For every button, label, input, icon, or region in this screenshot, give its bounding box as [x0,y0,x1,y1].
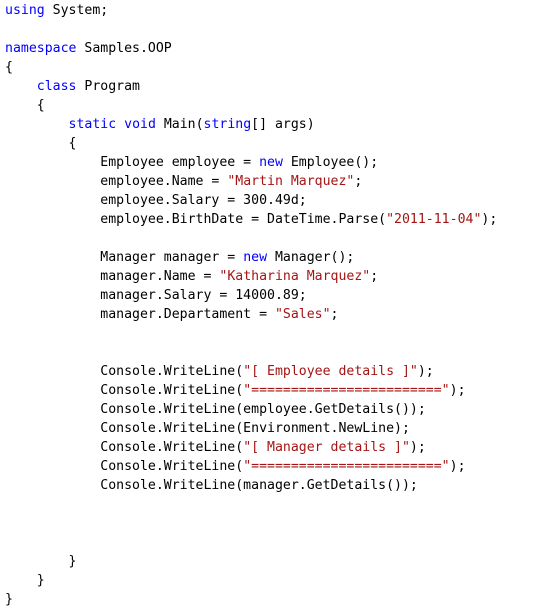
code-line[interactable]: employee.Name = "Martin Marquez"; [5,172,497,191]
code-text: Samples.OOP [76,41,172,56]
code-keyword: class [36,79,77,94]
code-line[interactable]: Manager manager = new Manager(); [5,248,497,267]
code-line[interactable] [5,514,497,533]
code-keyword: static [68,117,117,132]
code-string: "2011-11-04" [386,212,482,227]
code-line[interactable] [5,20,497,39]
code-text: Program [76,79,140,94]
code-text: employee.BirthDate = DateTime.Parse( [5,212,387,227]
code-text: System; [44,3,109,18]
code-keyword: string [203,117,252,132]
code-line[interactable]: Console.WriteLine("[ Manager details ]")… [5,438,497,457]
code-line[interactable]: { [5,58,497,77]
code-keyword: namespace [5,41,77,56]
code-line[interactable]: class Program [5,77,497,96]
code-line[interactable]: employee.Salary = 300.49d; [5,191,497,210]
code-text: ); [449,459,466,474]
code-line[interactable]: Employee employee = new Employee(); [5,153,497,172]
code-line[interactable]: manager.Departament = "Sales"; [5,305,497,324]
code-text: { [5,136,77,151]
code-text: Employee(); [282,155,379,170]
code-line[interactable]: } [5,552,497,571]
code-line[interactable]: static void Main(string[] args) [5,115,497,134]
code-string: "[ Manager details ]" [243,440,410,455]
code-text: Console.WriteLine( [5,440,244,455]
code-text: Manager manager = [5,250,244,265]
code-line[interactable]: using System; [5,1,497,20]
code-text: Console.WriteLine(manager.GetDetails()); [5,478,418,493]
code-line[interactable]: } [5,571,497,590]
code-text: Console.WriteLine(employee.GetDetails())… [5,402,426,417]
code-text: ; [354,174,363,189]
code-line[interactable]: employee.BirthDate = DateTime.Parse("201… [5,210,497,229]
code-text: Employee employee = [5,155,260,170]
code-text: Console.WriteLine( [5,364,244,379]
code-text: Console.WriteLine(Environment.NewLine); [5,421,410,436]
code-line[interactable]: { [5,96,497,115]
code-string: "[ Employee details ]" [243,364,418,379]
code-keyword: using [5,3,45,18]
code-line[interactable]: Console.WriteLine(manager.GetDetails()); [5,476,497,495]
code-text: [] args) [251,117,315,132]
code-line[interactable] [5,343,497,362]
code-string: "Sales" [274,307,331,322]
code-keyword: new [259,155,283,170]
code-line[interactable]: Console.WriteLine("[ Employee details ]"… [5,362,497,381]
code-keyword: new [243,250,268,265]
code-text: employee.Salary = 300.49d; [5,193,307,208]
code-text: } [5,592,13,607]
code-text: ; [330,307,339,322]
code-text: manager.Departament = [5,307,275,322]
code-string: "========================" [243,383,450,398]
code-text: Console.WriteLine( [5,459,244,474]
code-text: employee.Name = [5,174,228,189]
code-text: } [5,554,77,569]
code-editor[interactable]: using System; namespace Samples.OOP { clas… [5,1,497,609]
code-keyword: void [124,117,156,132]
code-line[interactable] [5,229,497,248]
code-line[interactable]: manager.Salary = 14000.89; [5,286,497,305]
code-line[interactable]: Console.WriteLine("=====================… [5,381,497,400]
code-line[interactable] [5,324,497,343]
code-text: manager.Name = [5,269,220,284]
code-line[interactable]: { [5,134,497,153]
code-text: ); [409,440,426,455]
code-line[interactable]: Console.WriteLine(Environment.NewLine); [5,419,497,438]
code-text: ); [449,383,466,398]
code-line[interactable]: Console.WriteLine("=====================… [5,457,497,476]
code-text: { [5,98,45,113]
code-line[interactable] [5,533,497,552]
code-line[interactable]: Console.WriteLine(employee.GetDetails())… [5,400,497,419]
code-line[interactable] [5,495,497,514]
code-text: ; [370,269,379,284]
code-text: Console.WriteLine( [5,383,244,398]
code-string: "Martin Marquez" [227,174,355,189]
code-text: ); [417,364,434,379]
code-line[interactable]: } [5,590,497,609]
code-line[interactable]: namespace Samples.OOP [5,39,497,58]
code-string: "Katharina Marquez" [219,269,371,284]
code-text: { [5,60,13,75]
code-text: manager.Salary = 14000.89; [5,288,307,303]
code-text: } [5,573,45,588]
code-line[interactable]: manager.Name = "Katharina Marquez"; [5,267,497,286]
code-text: Manager(); [267,250,355,265]
code-text: Main( [155,117,204,132]
code-string: "========================" [243,459,450,474]
code-text: ); [481,212,498,227]
